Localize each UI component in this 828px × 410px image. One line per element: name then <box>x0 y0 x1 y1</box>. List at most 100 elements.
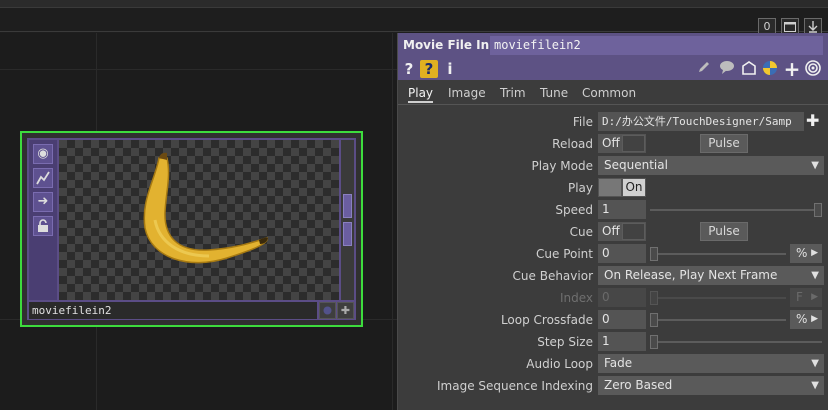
reload-toggle[interactable]: Off <box>598 134 646 153</box>
clone-icon[interactable] <box>740 60 758 78</box>
comment-icon[interactable] <box>718 60 736 78</box>
file-browse-icon[interactable]: ✚ <box>806 113 822 129</box>
tab-common[interactable]: Common <box>582 86 636 100</box>
param-row-index: Index 0 F ▶ <box>398 287 828 309</box>
param-row-audio-loop: Audio Loop Fade ▼ <box>398 353 828 375</box>
param-label: Cue Point <box>536 247 593 261</box>
param-label: Play <box>567 181 593 195</box>
tab-trim[interactable]: Trim <box>500 86 526 100</box>
viewer-icon[interactable]: ◉ <box>33 144 53 164</box>
unit-value: % <box>796 246 808 260</box>
param-row-speed: Speed 1 <box>398 199 828 221</box>
param-row-loop-crossfade: Loop Crossfade 0 % ▶ <box>398 309 828 331</box>
loop-crossfade-unit-menu[interactable]: % ▶ <box>790 310 822 329</box>
speed-slider-handle[interactable] <box>814 203 822 217</box>
step-size-field[interactable]: 1 <box>598 332 646 351</box>
cue-pulse-button[interactable]: Pulse <box>700 222 748 241</box>
arrow-right-icon[interactable]: ➜ <box>33 192 53 212</box>
chevron-right-icon: ▶ <box>811 248 818 258</box>
target-icon[interactable] <box>804 60 822 78</box>
loop-crossfade-field[interactable]: 0 <box>598 310 646 329</box>
param-label: Reload <box>552 137 593 151</box>
chevron-down-icon: ▼ <box>811 270 819 281</box>
cue-point-unit-menu[interactable]: % ▶ <box>790 244 822 263</box>
loop-crossfade-slider-handle[interactable] <box>650 313 658 327</box>
node-body: ◉ ➜ moviefilein2 ✚ <box>27 138 356 320</box>
param-label: Speed <box>555 203 593 217</box>
edit-icon[interactable] <box>696 60 712 78</box>
dropdown-value: Sequential <box>604 158 668 172</box>
dropdown-value: Fade <box>604 356 633 370</box>
tab-tune[interactable]: Tune <box>540 86 568 100</box>
reload-pulse-button[interactable]: Pulse <box>700 134 748 153</box>
node-side-toolbar: ◉ ➜ <box>29 140 57 300</box>
panel-header: Movie File In moviefilein2 <box>398 33 828 58</box>
python-help-icon[interactable]: ? <box>420 60 438 78</box>
step-size-slider-handle[interactable] <box>650 335 658 349</box>
cue-behavior-dropdown[interactable]: On Release, Play Next Frame ▼ <box>598 266 824 285</box>
speed-slider[interactable] <box>650 209 822 211</box>
toggle-knob <box>599 179 621 196</box>
speed-field[interactable]: 1 <box>598 200 646 219</box>
operator-name-field[interactable]: moviefilein2 <box>490 36 823 55</box>
moviefilein-node[interactable]: ◉ ➜ moviefilein2 ✚ <box>20 131 363 327</box>
param-label: Step Size <box>537 335 593 349</box>
cue-point-slider[interactable] <box>650 253 786 255</box>
param-row-cue-behavior: Cue Behavior On Release, Play Next Frame… <box>398 265 828 287</box>
param-label: Image Sequence Indexing <box>437 379 593 393</box>
operator-type-title: Movie File In <box>403 38 490 52</box>
param-row-step-size: Step Size 1 <box>398 331 828 353</box>
network-toolbar: 0 <box>0 8 828 36</box>
touchdesigner-window: 0 ◉ ➜ moviefilein2 ✚ Movie File In movie… <box>0 0 828 410</box>
python-icon[interactable] <box>761 60 779 78</box>
audio-loop-dropdown[interactable]: Fade ▼ <box>598 354 824 373</box>
step-size-slider[interactable] <box>650 341 822 343</box>
add-icon[interactable]: + <box>783 59 801 79</box>
chevron-down-icon: ▼ <box>811 358 819 369</box>
top-strip <box>0 0 828 8</box>
image-sequence-indexing-dropdown[interactable]: Zero Based ▼ <box>598 376 824 395</box>
bypass-icon[interactable] <box>33 168 53 188</box>
parameter-panel: Movie File In moviefilein2 ? ? i + Play … <box>397 33 828 410</box>
toggle-value: Off <box>602 224 620 238</box>
param-label: Loop Crossfade <box>500 313 593 327</box>
loop-crossfade-slider[interactable] <box>650 319 786 321</box>
param-label: File <box>572 115 593 129</box>
index-field: 0 <box>598 288 646 307</box>
index-slider <box>650 297 786 299</box>
play-toggle[interactable]: On <box>598 178 646 197</box>
lock-icon[interactable] <box>33 216 53 236</box>
param-label: Audio Loop <box>526 357 593 371</box>
toggle-value: Off <box>602 136 620 150</box>
param-label: Cue Behavior <box>512 269 593 283</box>
node-dot-icon[interactable] <box>319 302 336 319</box>
cue-point-field[interactable]: 0 <box>598 244 646 263</box>
info-icon[interactable]: i <box>445 60 455 78</box>
file-path-field[interactable]: D:/办公文件/TouchDesigner/Samp <box>598 112 804 131</box>
node-name-label[interactable]: moviefilein2 <box>29 302 317 319</box>
index-unit-menu: F ▶ <box>790 288 822 307</box>
chevron-down-icon: ▼ <box>811 160 819 171</box>
node-flags <box>341 140 354 300</box>
node-add-icon[interactable]: ✚ <box>337 302 354 319</box>
cue-toggle[interactable]: Off <box>598 222 646 241</box>
param-row-image-sequence-indexing: Image Sequence Indexing Zero Based ▼ <box>398 375 828 397</box>
tab-play[interactable]: Play <box>408 86 434 103</box>
toggle-knob <box>622 223 645 240</box>
parameter-tabs: Play Image Trim Tune Common <box>398 83 828 105</box>
param-row-file: File D:/办公文件/TouchDesigner/Samp ✚ <box>398 111 828 133</box>
node-viewer[interactable] <box>59 140 339 300</box>
cue-point-slider-handle[interactable] <box>650 247 658 261</box>
index-slider-handle <box>650 291 658 305</box>
param-row-cue-point: Cue Point 0 % ▶ <box>398 243 828 265</box>
display-flag[interactable] <box>343 194 352 218</box>
render-flag[interactable] <box>343 222 352 246</box>
unit-value: F <box>796 290 803 304</box>
help-icon[interactable]: ? <box>403 60 415 78</box>
tab-image[interactable]: Image <box>448 86 486 100</box>
play-mode-dropdown[interactable]: Sequential ▼ <box>598 156 824 175</box>
unit-value: % <box>796 312 808 326</box>
chevron-down-icon: ▼ <box>811 380 819 391</box>
param-row-reload: Reload Off Pulse <box>398 133 828 155</box>
toggle-value: On <box>623 179 645 196</box>
